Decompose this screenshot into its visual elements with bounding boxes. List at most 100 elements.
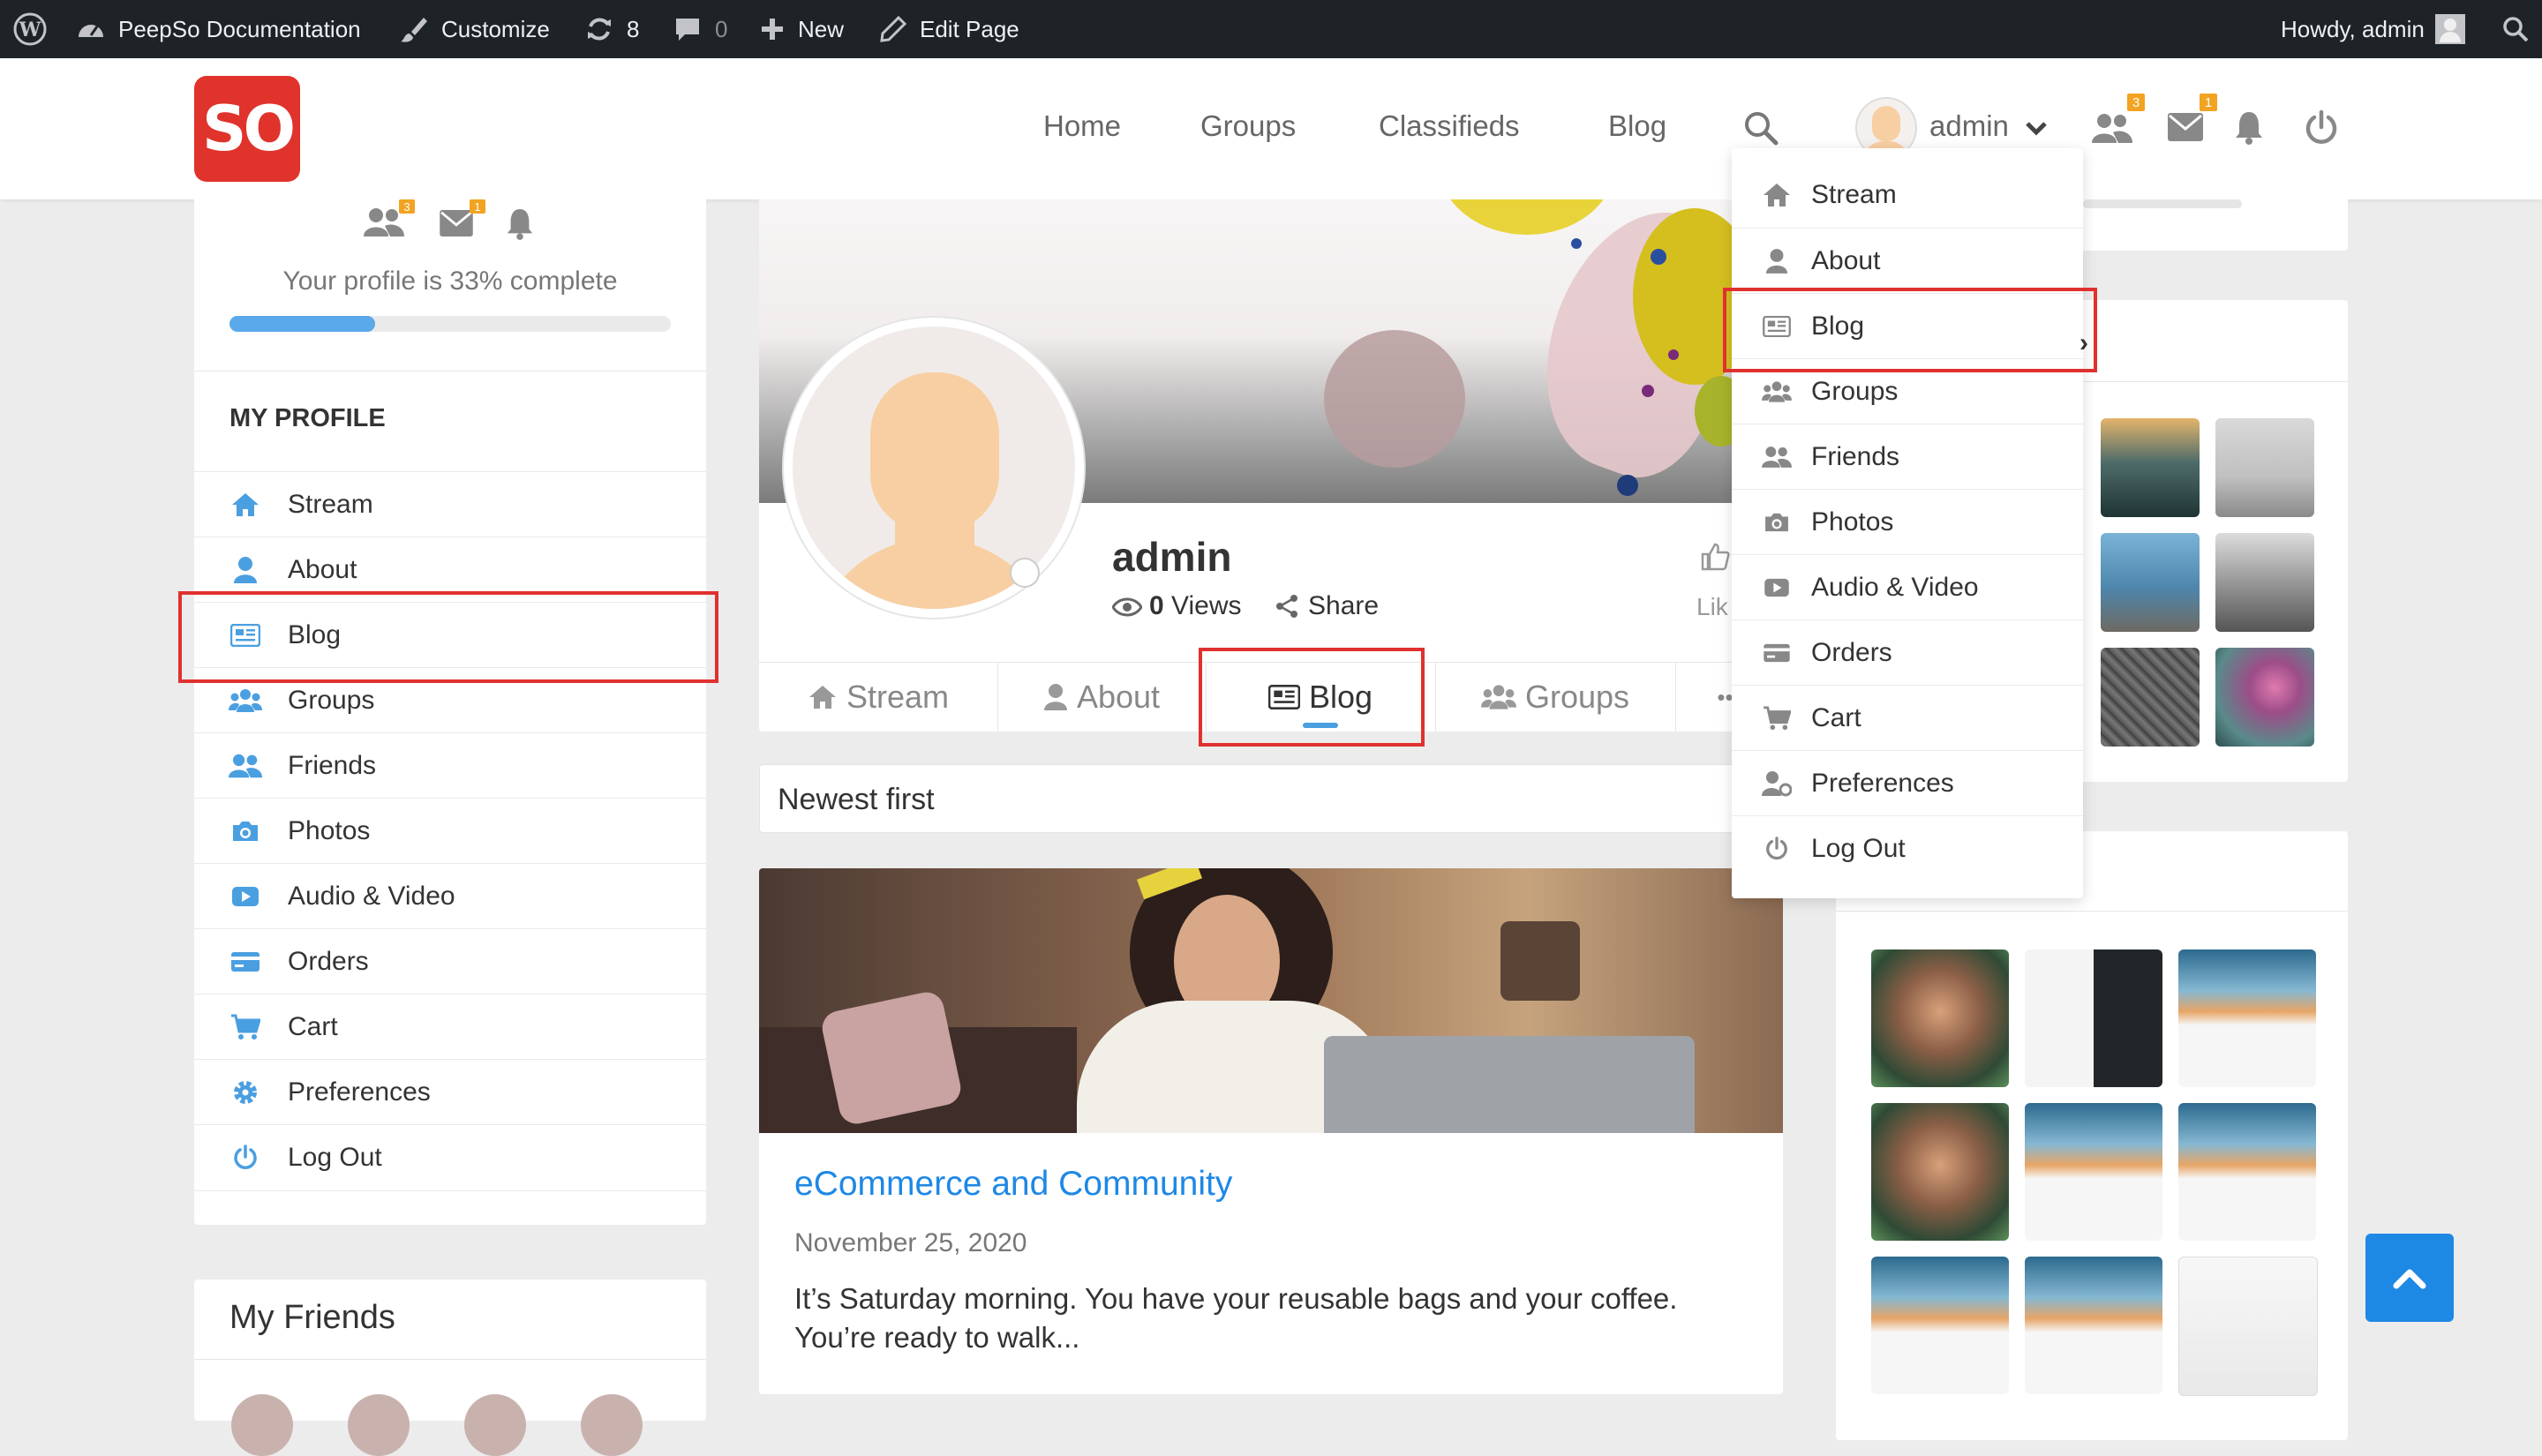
sidebar-item-label: Preferences bbox=[288, 1077, 431, 1107]
media-thumbnail[interactable] bbox=[2178, 1257, 2318, 1396]
blog-post-image[interactable] bbox=[759, 868, 1783, 1133]
media-thumbnail[interactable] bbox=[2025, 1103, 2162, 1241]
nav-classifieds[interactable]: Classifieds bbox=[1379, 109, 1520, 143]
site-name-link[interactable]: PeepSo Documentation bbox=[76, 0, 361, 58]
sidebar-item-stream[interactable]: Stream bbox=[194, 471, 706, 537]
sidebar-bell-icon[interactable] bbox=[505, 206, 535, 240]
pencil-icon bbox=[880, 15, 907, 42]
views-label: Views bbox=[1171, 591, 1242, 620]
camera-icon bbox=[233, 822, 258, 841]
new-content-link[interactable]: New bbox=[759, 0, 844, 58]
comments-count: 0 bbox=[715, 15, 728, 42]
sort-label: Newest first bbox=[778, 783, 935, 816]
media-thumbnail[interactable] bbox=[1871, 1257, 2009, 1394]
updates-link[interactable]: 8 bbox=[584, 0, 639, 58]
thumbs-up-icon[interactable] bbox=[1700, 542, 1730, 572]
blog-post-card: eCommerce and Community November 25, 202… bbox=[759, 868, 1783, 1394]
dropdown-item-cart[interactable]: Cart bbox=[1732, 685, 2083, 751]
share-button[interactable]: Share bbox=[1275, 591, 1379, 621]
dropdown-item-preferences[interactable]: Preferences bbox=[1732, 750, 2083, 816]
dropdown-item-logout[interactable]: Log Out bbox=[1732, 815, 2083, 882]
howdy-account-link[interactable]: Howdy, admin bbox=[2281, 0, 2465, 58]
media-thumbnail[interactable] bbox=[2025, 1257, 2162, 1394]
profile-name: admin bbox=[1112, 534, 1232, 580]
play-video-icon bbox=[1764, 578, 1789, 597]
dropdown-item-stream[interactable]: Stream bbox=[1732, 162, 2083, 228]
edit-page-label: Edit Page bbox=[920, 15, 1019, 42]
friend-avatar[interactable] bbox=[231, 1394, 293, 1456]
dropdown-item-about[interactable]: About bbox=[1732, 228, 2083, 294]
friend-avatar[interactable] bbox=[581, 1394, 643, 1456]
edit-page-link[interactable]: Edit Page bbox=[879, 0, 1019, 58]
photo-thumbnail[interactable] bbox=[2101, 418, 2200, 517]
sidebar-item-label: Stream bbox=[288, 490, 373, 519]
comments-link[interactable]: 0 bbox=[673, 0, 727, 58]
photo-thumbnail[interactable] bbox=[2215, 533, 2314, 632]
newspaper-icon bbox=[1763, 316, 1791, 337]
friend-avatar[interactable] bbox=[348, 1394, 410, 1456]
sidebar-item-photos[interactable]: Photos bbox=[194, 798, 706, 864]
nav-home[interactable]: Home bbox=[1043, 109, 1121, 143]
media-thumbnail[interactable] bbox=[2178, 1103, 2316, 1241]
site-logo[interactable]: SO bbox=[194, 76, 300, 182]
scroll-to-top-button[interactable] bbox=[2365, 1234, 2454, 1322]
sidebar-envelope-icon[interactable] bbox=[440, 210, 473, 236]
dropdown-item-friends[interactable]: Friends bbox=[1732, 424, 2083, 490]
tab-about[interactable]: About bbox=[997, 663, 1207, 732]
dropdown-item-orders[interactable]: Orders bbox=[1732, 619, 2083, 686]
photo-thumbnail[interactable] bbox=[2215, 418, 2314, 517]
gear-icon bbox=[234, 1081, 257, 1104]
tab-blog[interactable]: Blog bbox=[1206, 663, 1436, 732]
friends-icon bbox=[229, 754, 262, 778]
like-label[interactable]: Lik bbox=[1696, 593, 1728, 621]
search-icon[interactable] bbox=[1742, 109, 1779, 146]
sidebar-item-preferences[interactable]: Preferences bbox=[194, 1059, 706, 1125]
dropdown-item-label: Photos bbox=[1811, 507, 1894, 537]
sidebar-item-blog[interactable]: Blog bbox=[194, 602, 706, 668]
profile-avatar-frame[interactable] bbox=[784, 318, 1084, 618]
sidebar-item-about[interactable]: About bbox=[194, 537, 706, 603]
howdy-label: Howdy, admin bbox=[2281, 15, 2425, 42]
comment-icon bbox=[676, 19, 699, 41]
sidebar-item-cart[interactable]: Cart bbox=[194, 994, 706, 1060]
wordpress-logo-icon[interactable]: W bbox=[12, 0, 60, 58]
user-icon bbox=[1765, 249, 1788, 274]
media-thumbnail[interactable] bbox=[2025, 949, 2162, 1087]
svg-text:W: W bbox=[19, 19, 41, 41]
header-user-name[interactable]: admin bbox=[1929, 109, 2009, 143]
media-thumbnail[interactable] bbox=[1871, 949, 2009, 1087]
customize-link[interactable]: Customize bbox=[399, 0, 550, 58]
media-thumbnail[interactable] bbox=[2178, 949, 2316, 1087]
dropdown-item-blog[interactable]: Blog bbox=[1732, 293, 2083, 359]
nav-blog[interactable]: Blog bbox=[1608, 109, 1666, 143]
sidebar-item-logout[interactable]: Log Out bbox=[194, 1124, 706, 1191]
dropdown-item-groups[interactable]: Groups bbox=[1732, 358, 2083, 424]
sidebar-item-friends[interactable]: Friends bbox=[194, 732, 706, 799]
friend-avatar[interactable] bbox=[464, 1394, 526, 1456]
dropdown-item-audio-video[interactable]: Audio & Video bbox=[1732, 554, 2083, 620]
photo-thumbnail[interactable] bbox=[2101, 533, 2200, 632]
sidebar-item-audio-video[interactable]: Audio & Video bbox=[194, 863, 706, 929]
chevron-down-icon[interactable] bbox=[2025, 120, 2048, 138]
admin-search-icon[interactable] bbox=[2501, 0, 2542, 58]
photo-thumbnail[interactable] bbox=[2101, 648, 2200, 747]
nav-groups[interactable]: Groups bbox=[1200, 109, 1296, 143]
power-icon bbox=[234, 1145, 257, 1169]
power-icon[interactable] bbox=[2304, 109, 2339, 146]
tab-groups[interactable]: Groups bbox=[1435, 663, 1676, 732]
tab-stream[interactable]: Stream bbox=[759, 663, 998, 732]
cart-icon bbox=[1764, 706, 1791, 731]
home-icon bbox=[808, 686, 836, 709]
sidebar-item-groups[interactable]: Groups bbox=[194, 667, 706, 733]
blog-post-title[interactable]: eCommerce and Community bbox=[794, 1165, 1232, 1204]
friends-icon[interactable] bbox=[2092, 111, 2132, 145]
newspaper-icon bbox=[230, 624, 260, 647]
media-thumbnail[interactable] bbox=[1871, 1103, 2009, 1241]
envelope-icon[interactable] bbox=[2168, 113, 2203, 141]
sidebar-item-orders[interactable]: Orders bbox=[194, 928, 706, 994]
dropdown-item-photos[interactable]: Photos bbox=[1732, 489, 2083, 555]
bell-icon[interactable] bbox=[2233, 109, 2265, 145]
photo-thumbnail[interactable] bbox=[2215, 648, 2314, 747]
share-label: Share bbox=[1308, 591, 1380, 620]
sort-select[interactable]: Newest first bbox=[759, 764, 1783, 833]
